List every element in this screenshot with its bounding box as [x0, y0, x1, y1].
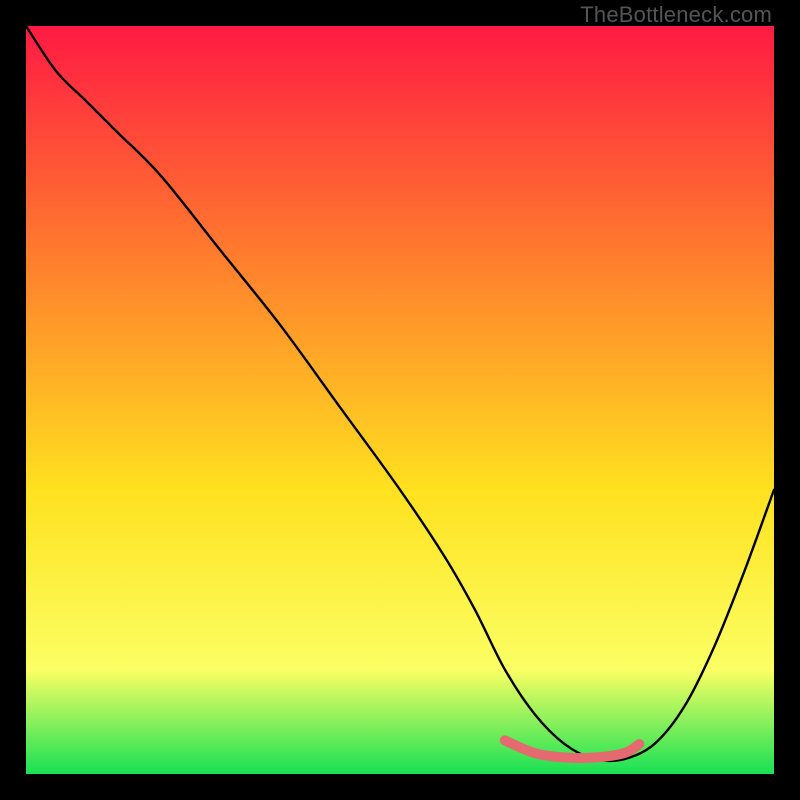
chart-frame: [26, 26, 774, 774]
gradient-background: [26, 26, 774, 774]
watermark-text: TheBottleneck.com: [580, 2, 772, 28]
bottleneck-chart: [26, 26, 774, 774]
